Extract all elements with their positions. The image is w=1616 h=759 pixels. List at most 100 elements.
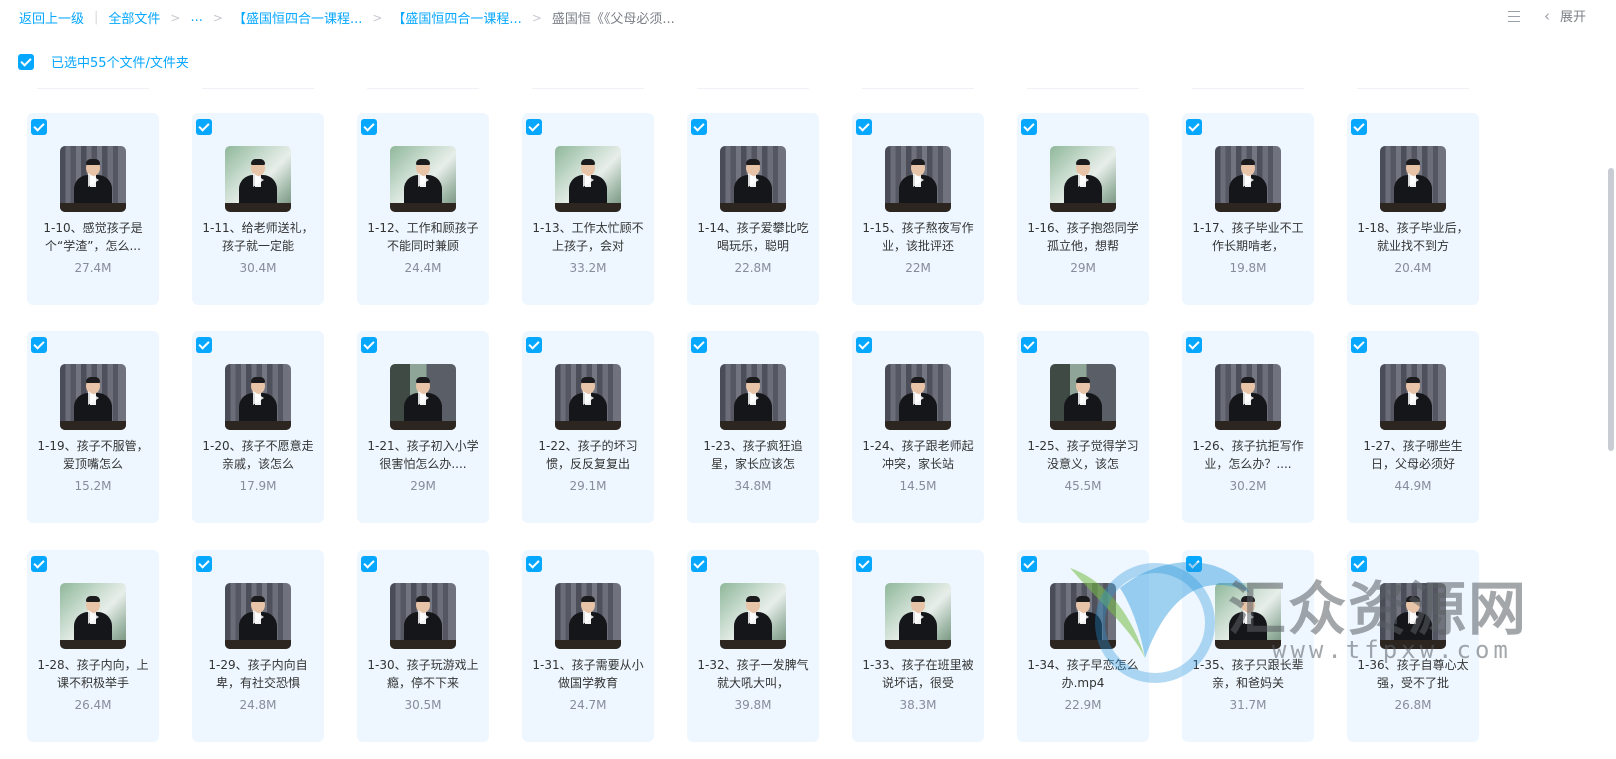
file-card[interactable]: 1-20、孩子不愿意走亲戚，该怎么 17.9M <box>192 331 324 523</box>
file-checkbox[interactable] <box>31 556 47 572</box>
file-checkbox[interactable] <box>526 556 542 572</box>
file-card[interactable]: 1-10、感觉孩子是个“学渣”，怎么... 27.4M <box>27 113 159 305</box>
file-card[interactable]: 1-25、孩子觉得学习没意义，该怎 45.5M <box>1017 331 1149 523</box>
file-card[interactable]: 1-29、孩子内向自卑，有社交恐惧 24.8M <box>192 550 324 742</box>
video-thumbnail <box>885 146 951 212</box>
file-size: 24.7M <box>569 698 607 712</box>
file-name: 1-35、孩子只跟长辈亲，和爸妈关 <box>1192 658 1304 690</box>
play-icon <box>1078 391 1089 405</box>
file-name: 1-31、孩子需要从小做国学教育 <box>532 658 644 690</box>
video-thumbnail <box>60 146 126 212</box>
file-card[interactable]: 1-32、孩子一发脾气就大吼大叫， 39.8M <box>687 550 819 742</box>
play-icon <box>583 391 594 405</box>
file-name: 1-25、孩子觉得学习没意义，该怎 <box>1027 439 1139 471</box>
play-icon <box>1408 391 1419 405</box>
file-checkbox[interactable] <box>1021 337 1037 353</box>
play-icon <box>418 173 429 187</box>
play-icon <box>253 610 264 624</box>
file-checkbox[interactable] <box>361 119 377 135</box>
play-icon <box>1243 391 1254 405</box>
file-checkbox[interactable] <box>691 119 707 135</box>
file-checkbox[interactable] <box>361 337 377 353</box>
file-checkbox[interactable] <box>526 119 542 135</box>
file-card[interactable]: 1-28、孩子内向，上课不积极举手 26.4M <box>27 550 159 742</box>
file-name: 1-24、孩子跟老师起冲突，家长站 <box>862 439 974 471</box>
file-card[interactable]: 1-22、孩子的坏习惯，反反复复出 29.1M <box>522 331 654 523</box>
file-checkbox[interactable] <box>1186 556 1202 572</box>
file-card[interactable]: 1-15、孩子熬夜写作业，该批评还 22M <box>852 113 984 305</box>
file-checkbox[interactable] <box>196 556 212 572</box>
file-name: 1-15、孩子熬夜写作业，该批评还 <box>862 221 974 253</box>
file-card[interactable]: 1-17、孩子毕业不工作长期啃老， 19.8M <box>1182 113 1314 305</box>
file-name: 1-20、孩子不愿意走亲戚，该怎么 <box>202 439 314 471</box>
file-card[interactable]: 1-19、孩子不服管，爱顶嘴怎么 15.2M <box>27 331 159 523</box>
file-card[interactable]: 1-21、孩子初入小学很害怕怎么办.... 29M <box>357 331 489 523</box>
play-icon <box>253 173 264 187</box>
play-icon <box>1408 173 1419 187</box>
file-size: 30.4M <box>239 261 277 275</box>
play-icon <box>913 610 924 624</box>
file-checkbox[interactable] <box>1021 119 1037 135</box>
file-checkbox[interactable] <box>31 337 47 353</box>
file-card[interactable]: 1-23、孩子疯狂追星，家长应该怎 34.8M <box>687 331 819 523</box>
file-name: 1-17、孩子毕业不工作长期啃老， <box>1192 221 1304 253</box>
file-card[interactable]: 1-34、孩子早恋怎么办.mp4 22.9M <box>1017 550 1149 742</box>
file-card[interactable]: 1-16、孩子抱怨同学孤立他，想帮 29M <box>1017 113 1149 305</box>
play-icon <box>913 173 924 187</box>
video-thumbnail <box>225 583 291 649</box>
file-card[interactable]: 1-36、孩子自尊心太强，受不了批 26.8M <box>1347 550 1479 742</box>
video-thumbnail <box>1380 146 1446 212</box>
file-name: 1-32、孩子一发脾气就大吼大叫， <box>697 658 809 690</box>
video-thumbnail <box>390 364 456 430</box>
file-checkbox[interactable] <box>526 337 542 353</box>
file-checkbox[interactable] <box>1186 337 1202 353</box>
file-name: 1-18、孩子毕业后，就业找不到方 <box>1357 221 1469 253</box>
file-size: 39.8M <box>734 698 772 712</box>
file-card[interactable]: 1-26、孩子抗拒写作业，怎么办？.... 30.2M <box>1182 331 1314 523</box>
file-checkbox[interactable] <box>1351 556 1367 572</box>
file-checkbox[interactable] <box>31 119 47 135</box>
file-size: 29M <box>1070 261 1096 275</box>
file-checkbox[interactable] <box>361 556 377 572</box>
file-checkbox[interactable] <box>691 337 707 353</box>
file-name: 1-10、感觉孩子是个“学渣”，怎么... <box>43 221 143 253</box>
file-checkbox[interactable] <box>691 556 707 572</box>
video-thumbnail <box>555 583 621 649</box>
file-card[interactable]: 1-13、工作太忙顾不上孩子，会对 33.2M <box>522 113 654 305</box>
video-thumbnail <box>720 583 786 649</box>
file-card[interactable]: 1-11、给老师送礼，孩子就一定能 30.4M <box>192 113 324 305</box>
file-checkbox[interactable] <box>1021 556 1037 572</box>
file-checkbox[interactable] <box>856 337 872 353</box>
video-thumbnail <box>1215 146 1281 212</box>
file-card[interactable]: 1-35、孩子只跟长辈亲，和爸妈关 31.7M <box>1182 550 1314 742</box>
file-name: 1-29、孩子内向自卑，有社交恐惧 <box>208 658 308 690</box>
file-checkbox[interactable] <box>856 556 872 572</box>
video-thumbnail <box>1215 583 1281 649</box>
video-thumbnail <box>1215 364 1281 430</box>
file-card[interactable]: 1-33、孩子在班里被说坏话，很受 38.3M <box>852 550 984 742</box>
file-checkbox[interactable] <box>856 119 872 135</box>
file-checkbox[interactable] <box>1351 337 1367 353</box>
file-card[interactable]: 1-30、孩子玩游戏上瘾，停不下来 30.5M <box>357 550 489 742</box>
file-name: 1-26、孩子抗拒写作业，怎么办？.... <box>1192 439 1304 471</box>
file-name: 1-33、孩子在班里被说坏话，很受 <box>862 658 974 690</box>
file-card[interactable]: 1-31、孩子需要从小做国学教育 24.7M <box>522 550 654 742</box>
file-name: 1-13、工作太忙顾不上孩子，会对 <box>532 221 644 253</box>
file-checkbox[interactable] <box>1351 119 1367 135</box>
play-icon <box>1408 610 1419 624</box>
file-card[interactable]: 1-12、工作和顾孩子不能同时兼顾 24.4M <box>357 113 489 305</box>
file-size: 26.4M <box>74 698 112 712</box>
file-card[interactable]: 1-24、孩子跟老师起冲突，家长站 14.5M <box>852 331 984 523</box>
play-icon <box>253 391 264 405</box>
file-checkbox[interactable] <box>196 337 212 353</box>
play-icon <box>748 173 759 187</box>
play-icon <box>748 610 759 624</box>
file-checkbox[interactable] <box>1186 119 1202 135</box>
file-card[interactable]: 1-18、孩子毕业后，就业找不到方 20.4M <box>1347 113 1479 305</box>
file-card[interactable]: 1-14、孩子爱攀比吃喝玩乐，聪明 22.8M <box>687 113 819 305</box>
play-icon <box>88 391 99 405</box>
file-card[interactable]: 1-27、孩子哪些生日，父母必须好 44.9M <box>1347 331 1479 523</box>
vertical-scrollbar[interactable] <box>1608 168 1614 451</box>
file-checkbox[interactable] <box>196 119 212 135</box>
video-thumbnail <box>1380 583 1446 649</box>
